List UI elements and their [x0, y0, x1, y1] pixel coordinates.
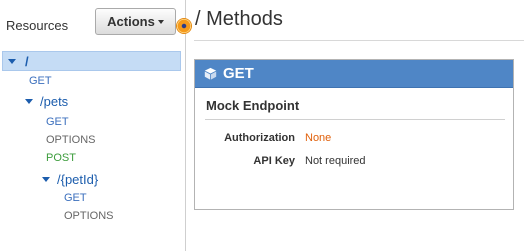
divider	[205, 119, 505, 120]
tree-item-pets[interactable]: /pets	[25, 91, 68, 111]
resource-label: /{petId}	[57, 171, 99, 187]
page-title: / Methods	[195, 8, 283, 30]
method-name: GET	[223, 65, 254, 82]
pane-resize-handle-icon[interactable]	[177, 19, 191, 33]
tree-item-pets-get[interactable]: GET	[46, 112, 69, 132]
method-panel: GET Mock Endpoint Authorization None API …	[194, 59, 514, 210]
tree-item-petid-options[interactable]: OPTIONS	[64, 206, 114, 226]
method-label: OPTIONS	[46, 134, 96, 146]
tree-item-root-get[interactable]: GET	[29, 71, 52, 91]
api-key-value: Not required	[305, 155, 366, 167]
tree-item-pets-options[interactable]: OPTIONS	[46, 130, 96, 150]
caret-down-icon	[157, 20, 164, 24]
divider	[194, 40, 524, 41]
method-label: GET	[29, 75, 52, 87]
tree-item-petid-get[interactable]: GET	[64, 188, 87, 208]
method-label: OPTIONS	[64, 210, 114, 222]
tree-item-root[interactable]: /	[2, 51, 181, 71]
cube-icon	[204, 67, 217, 80]
method-label: GET	[64, 192, 87, 204]
actions-button-label: Actions	[107, 14, 155, 29]
actions-button[interactable]: Actions	[95, 8, 176, 35]
expand-triangle-icon[interactable]	[25, 98, 33, 104]
authorization-row: Authorization None	[195, 132, 331, 144]
resources-header: Resources	[6, 18, 69, 33]
method-label: GET	[46, 116, 69, 128]
authorization-label: Authorization	[224, 132, 295, 144]
authorization-value[interactable]: None	[305, 132, 331, 144]
expand-triangle-icon[interactable]	[42, 176, 50, 182]
endpoint-title: Mock Endpoint	[206, 98, 300, 113]
expand-triangle-icon[interactable]	[8, 58, 16, 64]
resources-pane: Resources Actions / GET /pets GET OPTION…	[0, 0, 186, 251]
resource-label: /	[25, 53, 29, 69]
resource-label: /pets	[40, 93, 69, 109]
tree-item-petid[interactable]: /{petId}	[42, 169, 98, 189]
api-key-row: API Key Not required	[195, 155, 366, 167]
tree-item-pets-post[interactable]: POST	[46, 148, 76, 168]
api-key-label: API Key	[253, 155, 295, 167]
method-panel-header[interactable]: GET	[195, 60, 513, 88]
method-label: POST	[46, 152, 76, 164]
